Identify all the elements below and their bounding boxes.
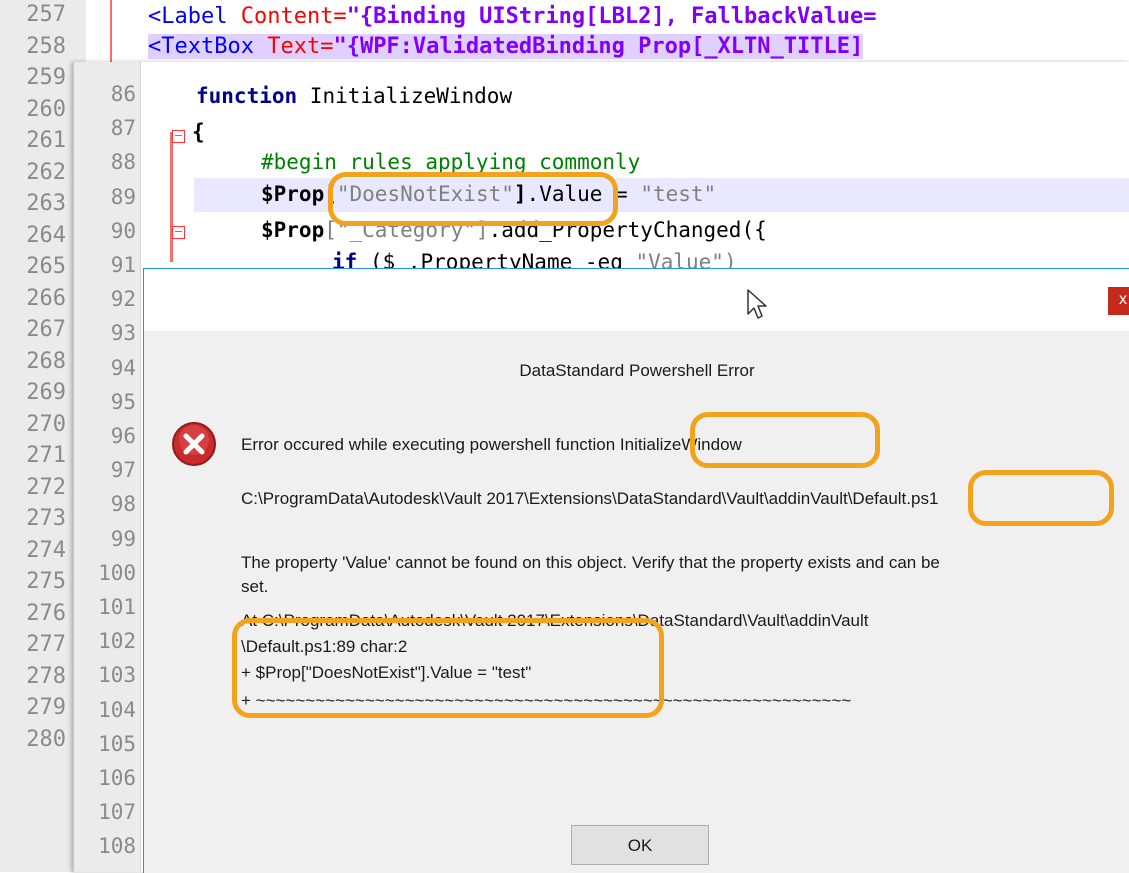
back-line-number: 277 [26,632,66,657]
back-line-number: 269 [26,380,66,405]
front-line-number: 103 [98,663,136,688]
xml-value: "{Binding UIString[LBL2], FallbackValue= [346,4,877,29]
error-message-detail: The property 'Value' cannot be found on … [241,553,940,572]
xml-attr: Text= [267,34,334,59]
back-line-number: 267 [26,317,66,342]
back-code-line-258: <TextBox Text="{WPF:ValidatedBinding Pro… [148,34,864,59]
keyword: function [196,84,298,108]
back-line-number: 278 [26,663,66,689]
front-line-number: 88 [110,150,136,175]
front-line-number: 90 [110,218,136,243]
back-line-number: 258 [26,33,66,59]
front-line-number: 95 [110,389,136,414]
variable: $Prop [261,182,325,206]
comment: #begin rules applying commonly [261,150,641,174]
highlight-callout-initializewindow [690,412,880,468]
error-message-detail-cont: set. [241,577,269,596]
error-message-path: C:\ProgramData\Autodesk\Vault 2017\Exten… [241,489,939,508]
front-line-number: 92 [110,287,136,312]
error-message-function: Error occured while executing powershell… [241,435,742,454]
back-line-number: 264 [26,222,66,248]
front-line-number: 101 [98,595,136,619]
front-line-number: 104 [98,697,136,722]
back-line-number: 259 [26,65,66,90]
fold-margin [170,132,173,262]
back-line-number: 272 [26,474,66,500]
front-line-number: 97 [110,458,136,483]
close-button[interactable]: x [1108,287,1129,315]
back-line-number: 257 [26,2,66,27]
front-line-number: 93 [110,321,136,346]
front-line-number: 102 [98,629,136,654]
variable: $Prop [261,218,325,242]
front-line-number: 98 [110,492,136,517]
dialog-heading: DataStandard Powershell Error [519,361,755,380]
xml-value: "{WPF:ValidatedBinding Prop[_XLTN_TITLE] [333,34,864,59]
back-line-number: 262 [26,159,66,185]
back-line-number: 270 [26,411,66,437]
front-line-number: 86 [110,82,136,106]
dialog-titlebar [144,269,1129,331]
back-line-number: 263 [26,191,66,216]
code-line-88: #begin rules applying commonly [261,150,640,174]
front-line-number: 87 [110,116,136,141]
string-literal: "test" [640,182,717,206]
highlight-callout-error-line [232,618,664,718]
back-line-number: 280 [26,726,66,752]
front-line-number: 105 [98,731,136,756]
back-line-number: 274 [26,537,66,563]
front-line-number: 91 [110,253,136,277]
error-icon [172,422,216,466]
back-line-number: 271 [26,443,66,468]
xml-tag: <Label [148,4,241,29]
back-line-number: 265 [26,254,66,279]
front-line-number: 107 [98,800,136,825]
xml-tag: <TextBox [148,34,268,59]
front-line-number: 99 [110,526,136,551]
back-line-number: 260 [26,96,66,122]
dialog-body: DataStandard Powershell Error Error occu… [144,331,1129,873]
brace: { [192,120,205,144]
code-line-86: function InitializeWindow [196,84,512,108]
function-name: InitializeWindow [297,84,513,108]
front-line-number: 108 [98,834,136,859]
back-line-number: 266 [26,285,66,311]
highlight-callout-doesnotexist [328,172,618,226]
back-code-line-257: <Label Content="{Binding UIString[LBL2],… [148,4,877,29]
back-line-number: 268 [26,348,66,374]
ok-button[interactable]: OK [571,825,709,865]
front-line-number: 100 [98,560,136,585]
front-line-number: 96 [110,424,136,448]
highlight-callout-default-ps1 [968,470,1114,526]
back-line-number: 275 [26,569,66,594]
back-line-number: 261 [26,128,66,153]
back-line-number: 273 [26,506,66,531]
mouse-cursor-icon [747,289,767,319]
back-line-number: 276 [26,600,66,626]
front-line-number: 106 [98,766,136,790]
error-dialog: x DataStandard Powershell Error Error oc… [143,268,1129,873]
fold-collapse-icon[interactable]: − [172,130,185,143]
front-line-number: 94 [110,355,136,380]
back-line-number: 279 [26,695,66,720]
fold-collapse-icon[interactable]: − [172,226,185,239]
code-line-87: { [192,120,205,144]
front-line-number: 89 [110,184,136,209]
xml-attr: Content= [240,4,347,29]
front-editor-gutter: 86 87 88 89 90 91 92 93 94 95 96 97 98 99 100 101 102 103… [74,62,141,872]
